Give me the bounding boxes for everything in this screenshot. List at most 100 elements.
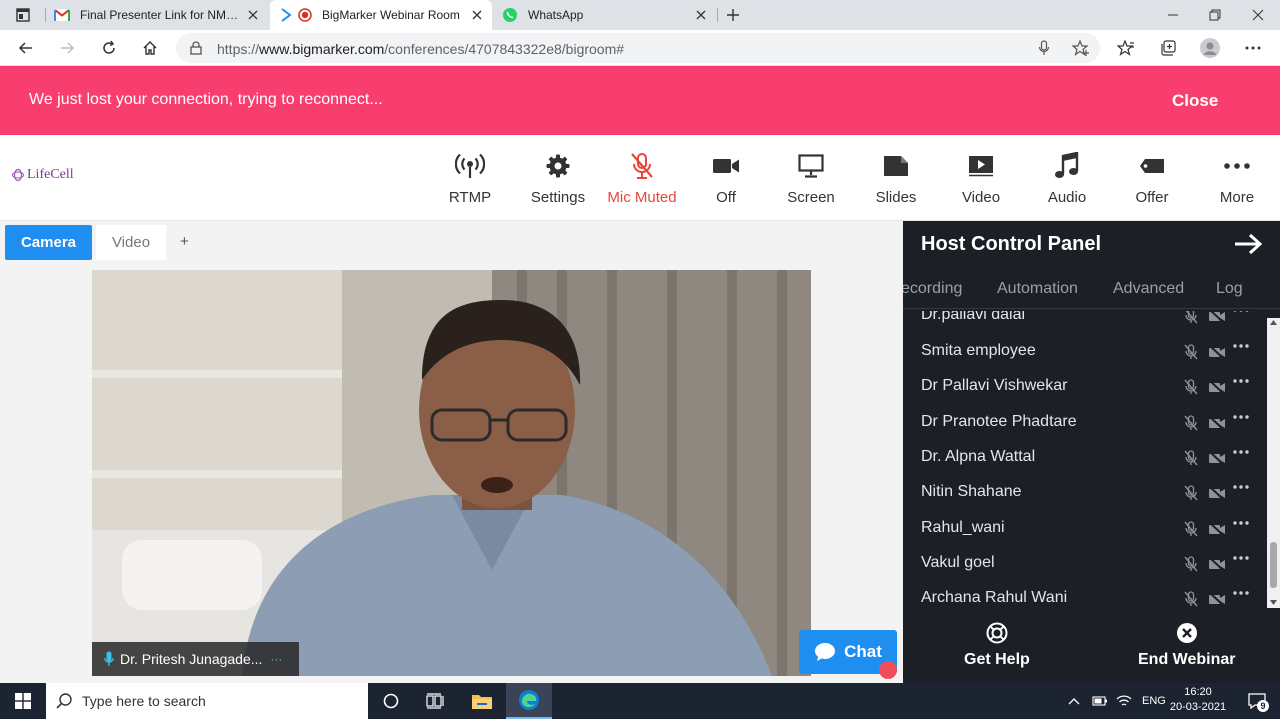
list-item: Smita employee [903,334,1267,369]
more-dots-icon[interactable] [1233,450,1249,454]
tab-actions-button[interactable] [6,0,42,30]
toolbar-mic-button[interactable]: Mic Muted [599,151,685,211]
toolbar-rtmp-button[interactable]: RTMP [427,151,513,211]
tab-log[interactable]: Log [1216,280,1243,298]
restore-button[interactable] [1195,0,1235,30]
minimize-button[interactable] [1153,0,1193,30]
close-window-button[interactable] [1238,0,1278,30]
mic-off-icon[interactable] [1183,521,1199,537]
profile-button[interactable] [1196,36,1224,60]
close-icon[interactable] [470,8,484,22]
more-dots-icon[interactable] [1233,379,1249,383]
tab-whatsapp[interactable]: WhatsApp [494,0,716,30]
add-favorite-icon[interactable] [1072,40,1090,56]
start-button[interactable] [0,683,46,719]
camera-off-icon[interactable] [1208,379,1226,395]
edge-browser-button[interactable] [506,683,552,719]
camera-off-icon[interactable] [1208,415,1226,431]
tab-title: Final Presenter Link for NMOGS [80,8,240,22]
task-view-button[interactable] [412,683,458,719]
camera-off-icon[interactable] [1208,591,1226,607]
tab-nmogs[interactable]: Final Presenter Link for NMOGS [46,0,268,30]
notifications-button[interactable]: 9 [1234,683,1280,719]
mic-off-icon[interactable] [1183,556,1199,572]
banner-close-button[interactable]: Close [1172,91,1218,111]
more-dots-icon[interactable] [1233,311,1249,312]
url-field[interactable]: https://www.bigmarker.com/conferences/47… [176,33,1100,63]
add-tab-button[interactable]: + [180,233,189,250]
more-dots-icon[interactable] [1233,344,1249,348]
get-help-button[interactable]: Get Help [964,622,1030,669]
toolbar-label: RTMP [448,189,492,206]
toolbar-slides-button[interactable]: Slides [853,151,939,211]
scrollbar-thumb[interactable] [1270,542,1277,588]
more-dots-icon[interactable] [1233,415,1249,419]
toolbar-more-button[interactable]: More [1194,151,1280,211]
mic-off-icon[interactable] [1183,311,1199,324]
more-dots-icon[interactable] [1233,521,1249,525]
mic-off-icon[interactable] [1183,344,1199,360]
language-indicator[interactable]: ENG [1142,695,1166,707]
mic-off-icon[interactable] [1183,485,1199,501]
camera-off-icon[interactable] [1208,521,1226,537]
taskbar-search-input[interactable]: Type here to search [46,683,368,719]
close-icon[interactable] [246,8,260,22]
mic-off-icon[interactable] [1183,415,1199,431]
toolbar-audio-button[interactable]: Audio [1024,151,1110,211]
forward-button[interactable] [53,36,81,60]
scroll-down-icon[interactable] [1270,600,1277,605]
tab-video[interactable]: Video [96,225,166,260]
close-circle-icon [1176,622,1198,644]
list-item: Dr. Alpna Wattal [903,440,1267,475]
attendee-list-scrollbar[interactable] [1267,318,1280,608]
toolbar-camera-button[interactable]: Off [683,151,769,211]
camera-off-icon[interactable] [1208,344,1226,360]
lifecell-logo: LifeCell [12,167,74,183]
collapse-panel-button[interactable] [1233,233,1263,255]
tab-separator [717,8,718,22]
collections-button[interactable] [1154,36,1182,60]
home-button[interactable] [136,36,164,60]
camera-off-icon[interactable] [1208,450,1226,466]
toolbar-video-button[interactable]: Video [938,151,1024,211]
broadcast-icon [455,151,485,181]
camera-off-icon[interactable] [1208,485,1226,501]
list-item: Dr Pranotee Phadtare [903,405,1267,440]
tab-advanced[interactable]: Advanced [1113,280,1184,298]
refresh-button[interactable] [95,36,123,60]
toolbar-settings-button[interactable]: Settings [515,151,601,211]
camera-off-icon[interactable] [1208,556,1226,572]
browser-menu-button[interactable] [1239,36,1267,60]
new-tab-button[interactable] [722,0,746,30]
favorites-button[interactable] [1112,36,1140,60]
mic-off-icon[interactable] [1183,450,1199,466]
more-dots-icon[interactable] [1233,485,1249,489]
tab-recording[interactable]: ecording [903,280,962,298]
toolbar-offer-button[interactable]: Offer [1109,151,1195,211]
more-dots-icon[interactable] [1233,556,1249,560]
mic-off-icon[interactable] [1183,591,1199,607]
battery-icon[interactable] [1092,696,1108,706]
cortana-button[interactable] [368,683,414,719]
tab-automation[interactable]: Automation [997,280,1078,298]
taskbar-clock[interactable]: 16:20 20-03-2021 [1166,685,1230,715]
tab-bigmarker[interactable]: BigMarker Webinar Room [270,0,492,30]
camera-off-icon[interactable] [1208,311,1226,324]
end-webinar-button[interactable]: End Webinar [1138,622,1236,669]
chat-notification-badge [879,661,897,679]
more-dots-icon[interactable] [1233,591,1249,595]
chevron-up-icon[interactable] [1068,697,1080,705]
network-icon[interactable] [1116,694,1132,708]
scroll-up-icon[interactable] [1270,320,1277,325]
microphone-icon[interactable] [1038,40,1050,56]
attendee-name: Dr Pranotee Phadtare [921,413,1077,430]
close-icon[interactable] [694,8,708,22]
mic-off-icon[interactable] [1183,379,1199,395]
system-tray: ENG [1068,683,1166,719]
presenter-options-button[interactable]: ··· [270,652,282,666]
url-text: https://www.bigmarker.com/conferences/47… [217,41,624,57]
file-explorer-button[interactable] [459,683,505,719]
tab-camera[interactable]: Camera [5,225,92,260]
toolbar-screen-button[interactable]: Screen [768,151,854,211]
back-button[interactable] [12,36,40,60]
